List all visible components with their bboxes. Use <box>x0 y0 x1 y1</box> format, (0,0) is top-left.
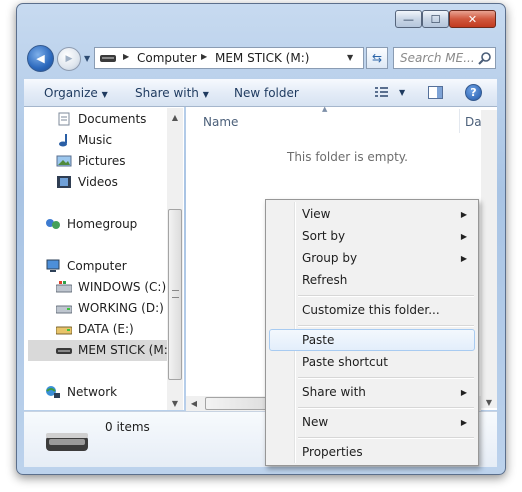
menu-item-refresh[interactable]: Refresh <box>269 269 475 291</box>
submenu-arrow-icon: ▶ <box>460 209 467 219</box>
content-vertical-scrollbar[interactable] <box>481 110 497 408</box>
sidebar-item-windows-drive[interactable]: WINDOWS (C:) <box>56 277 166 297</box>
sidebar-item-documents[interactable]: Documents <box>56 109 146 129</box>
sidebar-item-videos[interactable]: Videos <box>56 172 118 192</box>
view-dropdown-icon[interactable]: ▼ <box>399 88 405 97</box>
usb-drive-large-icon <box>46 433 88 451</box>
sidebar-item-label: Computer <box>67 259 127 273</box>
windows-drive-icon <box>56 281 72 293</box>
usb-drive-icon <box>56 348 72 354</box>
search-icon[interactable] <box>478 51 492 65</box>
menu-item-properties[interactable]: Properties <box>269 441 475 463</box>
menu-item-sort-by[interactable]: Sort by ▶ <box>269 225 475 247</box>
organize-button[interactable]: Organize ▼ <box>44 86 108 100</box>
chevron-down-icon: ▼ <box>202 90 209 99</box>
sidebar-item-homegroup[interactable]: Homegroup <box>45 214 137 234</box>
search-input[interactable]: Search ME... <box>400 51 475 65</box>
sidebar-item-pictures[interactable]: Pictures <box>56 151 126 171</box>
network-icon <box>46 386 60 398</box>
menu-item-paste[interactable]: Paste <box>269 329 475 351</box>
help-icon: ? <box>470 86 477 99</box>
sort-ascending-icon: ▲ <box>322 105 328 113</box>
breadcrumb-computer[interactable]: Computer <box>137 51 197 65</box>
recent-pages-dropdown[interactable]: ▼ <box>84 54 90 63</box>
forward-arrow-icon: ▶ <box>65 54 73 64</box>
menu-separator <box>298 295 474 297</box>
preview-pane-icon <box>437 87 442 98</box>
preview-pane-button[interactable] <box>428 86 443 99</box>
drive-icon <box>56 326 72 335</box>
menu-separator <box>298 325 474 327</box>
breadcrumb-separator: ▶ <box>123 52 130 61</box>
close-button[interactable]: ✕ <box>449 10 496 28</box>
sidebar-item-label: MEM STICK (M:) <box>78 343 173 357</box>
refresh-icon: ⇆ <box>371 51 383 65</box>
sidebar-item-label: Network <box>67 385 118 399</box>
sidebar-item-label: Music <box>78 133 113 147</box>
homegroup-icon <box>46 219 60 229</box>
back-button[interactable]: ◀ <box>27 45 54 72</box>
scroll-down-icon[interactable]: ▼ <box>481 396 497 408</box>
menu-item-new[interactable]: New ▶ <box>269 411 475 433</box>
help-button[interactable]: ? <box>465 84 482 101</box>
view-options-button[interactable] <box>374 85 390 102</box>
sidebar-item-working-drive[interactable]: WORKING (D:) <box>56 298 164 318</box>
minimize-button[interactable]: — <box>395 10 422 28</box>
sidebar-item-label: DATA (E:) <box>78 322 134 336</box>
pictures-icon <box>56 155 72 167</box>
sidebar-item-label: WINDOWS (C:) <box>78 280 167 294</box>
forward-button[interactable]: ▶ <box>57 47 81 71</box>
scrollbar-thumb[interactable] <box>168 209 182 380</box>
videos-icon <box>57 176 71 188</box>
column-divider <box>459 109 460 133</box>
sidebar-item-network[interactable]: Network <box>45 382 117 402</box>
sidebar-item-label: Homegroup <box>67 217 138 231</box>
breadcrumb-separator: ▶ <box>201 52 208 61</box>
menu-separator <box>298 377 474 379</box>
menu-item-customize-folder[interactable]: Customize this folder... <box>269 299 475 321</box>
menu-item-group-by[interactable]: Group by ▶ <box>269 247 475 269</box>
submenu-arrow-icon: ▶ <box>460 253 467 263</box>
sidebar-item-computer[interactable]: Computer <box>45 256 127 276</box>
context-menu: View ▶ Sort by ▶ Group by ▶ Refresh Customi… <box>265 199 479 466</box>
sidebar-item-mem-stick[interactable]: MEM STICK (M:) <box>56 340 172 360</box>
documents-icon <box>58 112 70 126</box>
submenu-arrow-icon: ▶ <box>460 417 467 427</box>
drive-icon <box>56 305 72 314</box>
menu-item-view[interactable]: View ▶ <box>269 203 475 225</box>
sidebar-item-label: Documents <box>78 112 147 126</box>
menu-separator <box>298 407 474 409</box>
search-box[interactable]: Search ME... <box>393 47 496 69</box>
column-header-name[interactable]: Name <box>203 115 238 129</box>
sidebar-item-music[interactable]: Music <box>56 130 112 150</box>
scroll-up-icon[interactable]: ▲ <box>167 110 183 124</box>
sidebar-item-data-drive[interactable]: DATA (E:) <box>56 319 134 339</box>
new-folder-button[interactable]: New folder <box>234 86 299 100</box>
menu-separator <box>298 437 474 439</box>
share-with-button[interactable]: Share with ▼ <box>135 86 209 100</box>
maximize-button[interactable]: ☐ <box>422 10 449 28</box>
view-list-icon <box>375 87 388 97</box>
computer-icon <box>46 259 60 272</box>
sidebar-item-label: Pictures <box>78 154 126 168</box>
breadcrumb-mem-stick[interactable]: MEM STICK (M:) <box>215 51 309 65</box>
scroll-left-icon[interactable]: ◀ <box>188 397 200 410</box>
submenu-arrow-icon: ▶ <box>460 387 467 397</box>
usb-drive-icon <box>100 55 116 62</box>
scroll-down-icon[interactable]: ▼ <box>167 396 183 410</box>
empty-folder-message: This folder is empty. <box>287 150 408 164</box>
back-arrow-icon: ◀ <box>36 52 45 65</box>
menu-item-share-with[interactable]: Share with ▶ <box>269 381 475 403</box>
submenu-arrow-icon: ▶ <box>460 231 467 241</box>
item-count: 0 items <box>105 420 150 434</box>
refresh-button[interactable]: ⇆ <box>366 47 388 69</box>
music-icon <box>59 134 67 147</box>
sidebar-item-label: Videos <box>78 175 118 189</box>
sidebar-item-label: WORKING (D:) <box>78 301 164 315</box>
chevron-down-icon: ▼ <box>101 90 108 99</box>
address-dropdown-icon[interactable]: ▼ <box>347 53 353 62</box>
menu-item-paste-shortcut[interactable]: Paste shortcut <box>269 351 475 373</box>
address-bar[interactable]: ▶ Computer ▶ MEM STICK (M:) ▼ <box>94 47 364 69</box>
